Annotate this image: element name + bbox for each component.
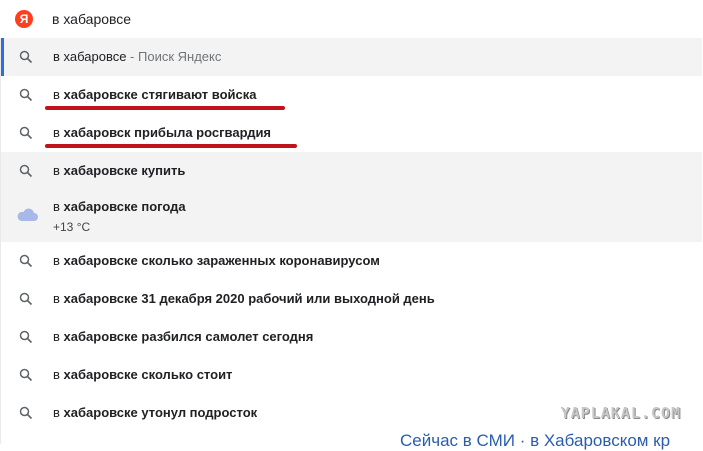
selection-indicator [1, 38, 4, 76]
suggestion-item[interactable]: в хабаровске сколько стоит [1, 356, 702, 394]
suggestion-text: в хабаровске стягивают войска [53, 87, 257, 102]
suggestion-text: в хабаровске разбился самолет сегодня [53, 329, 314, 344]
suggestion-item[interactable]: в хабаровске сколько зараженных коронави… [1, 242, 702, 280]
yandex-logo-icon: Я [15, 10, 33, 28]
search-icon [19, 368, 33, 382]
search-icon [19, 126, 33, 140]
suggestion-item[interactable]: в хабаровсе - Поиск Яндекс [1, 38, 702, 76]
suggestion-item[interactable]: в хабаровске разбился самолет сегодня [1, 318, 702, 356]
search-icon [19, 330, 33, 344]
suggestions-dropdown: в хабаровсе - Поиск Яндекс в хабаровске … [0, 38, 703, 444]
search-bar[interactable]: Я в хабаровсе [0, 0, 703, 39]
search-icon [19, 50, 33, 64]
suggestion-text: в хабаровске сколько зараженных коронави… [53, 253, 380, 268]
search-icon [19, 88, 33, 102]
suggestion-text: в хабаровск прибыла росгвардия [53, 125, 272, 140]
suggestion-text: в хабаровске утонул подросток [53, 405, 258, 420]
suggestion-text: в хабаровске погода [53, 199, 186, 214]
watermark: YAPLAKAL.COM [560, 404, 681, 422]
search-input[interactable]: в хабаровсе [52, 11, 131, 27]
suggestion-item[interactable]: в хабаровске купить [1, 152, 702, 190]
suggestion-text: в хабаровсе - Поиск Яндекс [53, 49, 222, 64]
suggestion-item[interactable]: в хабаровске 31 декабря 2020 рабочий или… [1, 280, 702, 318]
search-icon [19, 254, 33, 268]
search-icon [19, 292, 33, 306]
weather-temperature: +13 °C [53, 220, 91, 234]
suggestion-text: в хабаровске сколько стоит [53, 367, 233, 382]
suggestion-item-weather[interactable]: в хабаровске погода +13 °C [1, 190, 702, 242]
red-underline-annotation [45, 106, 285, 110]
red-underline-annotation [45, 144, 297, 148]
cloud-icon [17, 208, 38, 221]
search-icon [19, 406, 33, 420]
background-news-link[interactable]: Сейчас в СМИ · в Хабаровском кр [400, 431, 670, 451]
suggestion-text: в хабаровске 31 декабря 2020 рабочий или… [53, 291, 435, 306]
suggestion-text: в хабаровске купить [53, 163, 186, 178]
search-icon [19, 164, 33, 178]
